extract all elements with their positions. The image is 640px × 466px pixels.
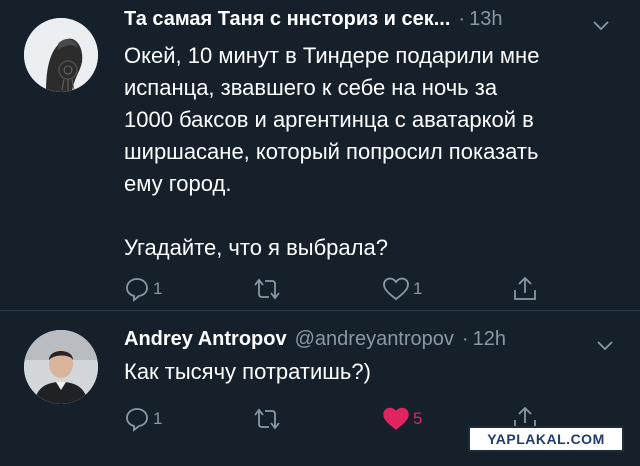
author-name[interactable]: Andrey Antropov (124, 328, 287, 351)
reply-button[interactable]: 1 (124, 404, 162, 434)
author-name[interactable]: Та самая Таня с ннсториз и сек... (124, 8, 450, 31)
text-line: 1000 баксов и аргентинца с аватаркой в (124, 107, 534, 132)
like-icon (383, 277, 409, 301)
reply-count: 1 (153, 279, 163, 298)
text-line: Угадайте, что я выбрала? (124, 235, 388, 260)
chevron-down-icon[interactable] (592, 20, 610, 32)
share-icon (514, 276, 536, 300)
retweet-button[interactable] (252, 404, 282, 434)
tweet-header: Andrey Antropov @andreyantropov · 12h (124, 328, 506, 358)
like-button[interactable]: 1 (382, 274, 422, 304)
divider (0, 310, 640, 311)
tweet-text: Как тысячу потратишь?) (124, 356, 624, 388)
retweet-icon (254, 408, 280, 430)
separator: · (461, 328, 469, 350)
reply-icon (126, 408, 148, 432)
text-line: Окей, 10 минут в Тиндере подарили мне (124, 43, 540, 68)
text-line: ширшасане, который попросил показать (124, 139, 539, 164)
text-line: испанца, звавшего к себе на ночь за (124, 75, 498, 100)
reply-count: 1 (153, 409, 163, 428)
text-line: Как тысячу потратишь?) (124, 359, 371, 384)
like-count: 1 (413, 279, 423, 298)
chevron-down-icon[interactable] (596, 340, 614, 352)
avatar[interactable] (24, 18, 98, 92)
retweet-icon (254, 278, 280, 300)
reply-button[interactable]: 1 (124, 274, 162, 304)
like-icon (383, 407, 409, 430)
reply-icon (126, 278, 148, 302)
like-count: 5 (413, 409, 423, 428)
like-button[interactable]: 5 (382, 404, 422, 434)
tweet-header: Та самая Таня с ннсториз и сек... · 13h (124, 8, 502, 38)
timestamp[interactable]: 13h (469, 8, 502, 31)
timestamp[interactable]: 12h (473, 328, 506, 351)
separator: · (458, 8, 466, 30)
tweet[interactable]: Та самая Таня с ннсториз и сек... · 13h … (0, 0, 640, 310)
action-bar: 1 1 (124, 274, 624, 304)
share-button[interactable] (512, 274, 538, 304)
retweet-button[interactable] (252, 274, 282, 304)
text-line: ему город. (124, 171, 232, 196)
author-handle[interactable]: @andreyantropov (295, 328, 454, 351)
avatar[interactable] (24, 330, 98, 404)
tweet-text: Окей, 10 минут в Тиндере подарили мне ис… (124, 40, 624, 264)
watermark: YAPLAKAL.COM (468, 426, 624, 452)
